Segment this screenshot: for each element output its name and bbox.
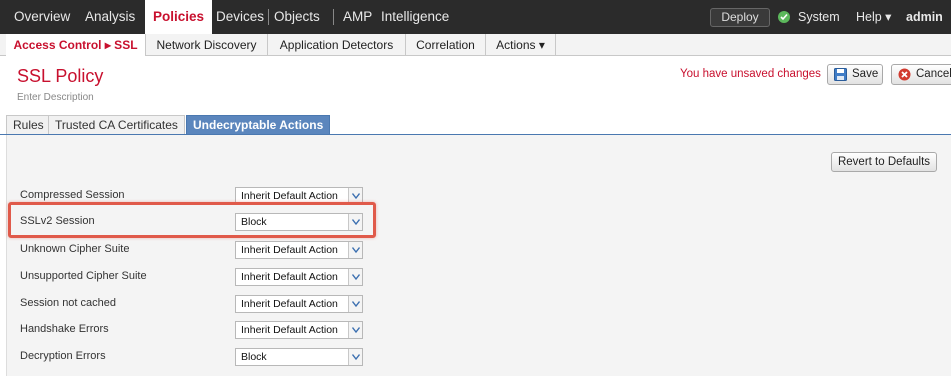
cancel-icon bbox=[898, 68, 911, 81]
chevron-down-icon[interactable] bbox=[348, 322, 362, 338]
row-label-decryption-errors: Decryption Errors bbox=[20, 350, 106, 362]
row-label-unknown-cipher-suite: Unknown Cipher Suite bbox=[20, 243, 130, 255]
undecryptable-actions-panel bbox=[6, 135, 951, 376]
select-value: Block bbox=[241, 351, 267, 363]
system-menu[interactable]: System bbox=[798, 0, 840, 34]
save-button[interactable]: Save bbox=[827, 64, 883, 85]
nav-amp[interactable]: AMP bbox=[343, 0, 372, 34]
row-label-handshake-errors: Handshake Errors bbox=[20, 323, 109, 335]
nav-separator bbox=[268, 9, 269, 25]
save-icon bbox=[834, 68, 847, 81]
select-unknown-cipher-suite[interactable]: Inherit Default Action bbox=[235, 241, 363, 259]
subnav-actions[interactable]: Actions ▾ bbox=[486, 34, 556, 56]
nav-policies[interactable]: Policies bbox=[145, 0, 213, 34]
user-menu[interactable]: admin ▾ bbox=[906, 0, 951, 58]
highlight-box bbox=[8, 202, 376, 238]
nav-objects[interactable]: Objects bbox=[274, 0, 320, 34]
subnav-access-control-ssl[interactable]: Access Control ▸ SSL bbox=[6, 34, 146, 56]
top-nav: Overview Analysis Policies Devices Objec… bbox=[0, 0, 951, 58]
nav-overview[interactable]: Overview bbox=[14, 0, 70, 34]
cancel-button[interactable]: Cancel bbox=[891, 64, 951, 85]
nav-devices[interactable]: Devices bbox=[216, 0, 264, 34]
tab-trusted-ca-certificates[interactable]: Trusted CA Certificates bbox=[48, 115, 185, 135]
deploy-button[interactable]: Deploy bbox=[710, 8, 770, 27]
page-title: SSL Policy bbox=[17, 66, 104, 86]
tab-rules[interactable]: Rules bbox=[6, 115, 51, 135]
subnav-correlation[interactable]: Correlation bbox=[406, 34, 486, 56]
nav-analysis[interactable]: Analysis bbox=[85, 0, 135, 34]
select-decryption-errors[interactable]: Block bbox=[235, 348, 363, 366]
select-handshake-errors[interactable]: Inherit Default Action bbox=[235, 321, 363, 339]
select-value: Inherit Default Action bbox=[241, 298, 338, 310]
select-value: Inherit Default Action bbox=[241, 244, 338, 256]
help-menu[interactable]: Help ▾ bbox=[856, 0, 891, 34]
nav-separator bbox=[333, 9, 334, 25]
chevron-down-icon[interactable] bbox=[348, 296, 362, 312]
row-label-unsupported-cipher-suite: Unsupported Cipher Suite bbox=[20, 270, 147, 282]
select-session-not-cached[interactable]: Inherit Default Action bbox=[235, 295, 363, 313]
chevron-down-icon[interactable] bbox=[348, 269, 362, 285]
subnav-application-detectors[interactable]: Application Detectors bbox=[268, 34, 406, 56]
select-value: Inherit Default Action bbox=[241, 324, 338, 336]
save-label: Save bbox=[852, 68, 879, 80]
select-value: Inherit Default Action bbox=[241, 271, 338, 283]
policy-description[interactable]: Enter Description bbox=[17, 92, 94, 103]
revert-to-defaults-button[interactable]: Revert to Defaults bbox=[831, 152, 937, 172]
row-label-compressed-session: Compressed Session bbox=[20, 189, 125, 201]
cancel-label: Cancel bbox=[916, 68, 951, 80]
chevron-down-icon[interactable] bbox=[348, 349, 362, 365]
row-label-session-not-cached: Session not cached bbox=[20, 297, 117, 309]
nav-intelligence[interactable]: Intelligence bbox=[381, 0, 449, 34]
sub-nav: Access Control ▸ SSL Network Discovery A… bbox=[0, 34, 951, 56]
health-status-icon[interactable] bbox=[778, 11, 790, 23]
unsaved-changes-notice: You have unsaved changes bbox=[680, 68, 821, 80]
chevron-down-icon[interactable] bbox=[348, 242, 362, 258]
subnav-network-discovery[interactable]: Network Discovery bbox=[146, 34, 268, 56]
tab-undecryptable-actions[interactable]: Undecryptable Actions bbox=[186, 115, 331, 135]
select-unsupported-cipher-suite[interactable]: Inherit Default Action bbox=[235, 268, 363, 286]
